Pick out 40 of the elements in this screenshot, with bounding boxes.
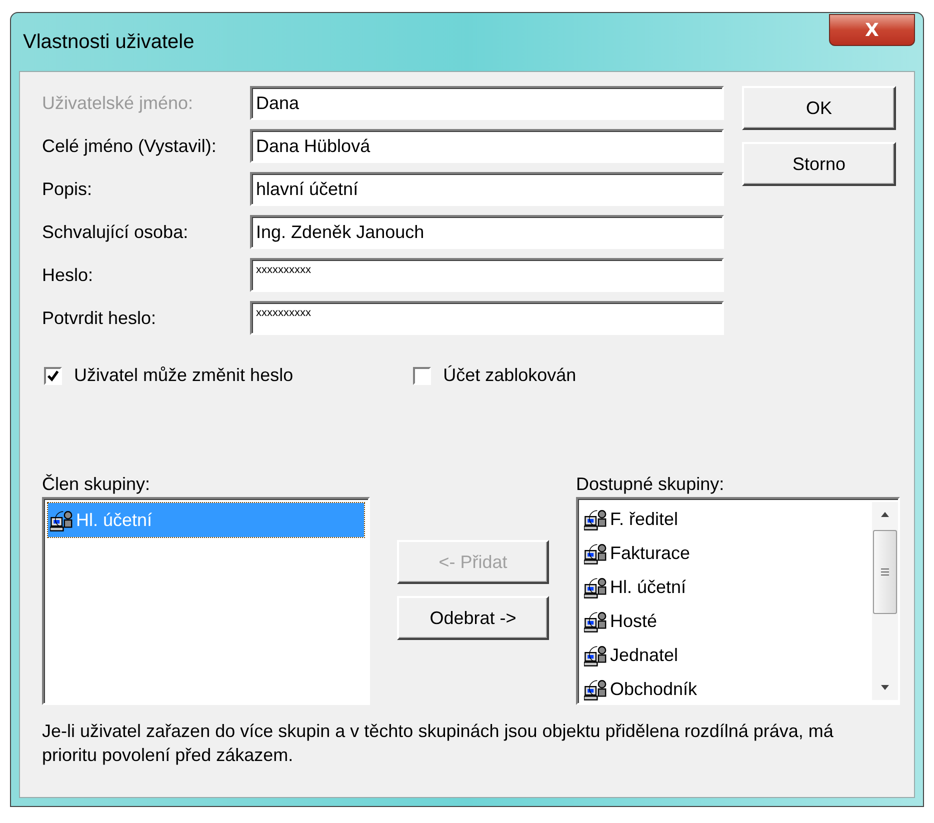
list-item[interactable]: Obchodník <box>582 672 872 706</box>
group-icon <box>584 507 608 531</box>
move-button[interactable]: Odebrat -> <box>397 596 549 640</box>
window-title: Vlastnosti uživatele <box>22 30 194 54</box>
input-field[interactable]: Ing. Zdeněk Janouch <box>250 215 724 249</box>
field-label: Heslo: <box>42 264 94 286</box>
input-field[interactable]: xxxxxxxxxx <box>250 301 724 335</box>
field-label: Celé jméno (Vystavil): <box>42 136 218 156</box>
field-label: Potvrdit heslo: <box>42 308 158 328</box>
checkbox[interactable] <box>44 366 62 384</box>
field-label: Uživatelské jméno: <box>42 92 194 114</box>
list-item[interactable]: Hl. účetní <box>582 570 872 604</box>
dialog-button[interactable]: Storno <box>742 142 896 186</box>
list-item[interactable]: Fakturace <box>582 536 872 570</box>
field-label: Popis: <box>42 178 94 200</box>
list-item[interactable]: Jednatel <box>582 638 872 672</box>
scrollbar[interactable] <box>872 502 898 700</box>
group-icon <box>50 508 74 532</box>
input-field[interactable]: xxxxxxxxxx <box>250 258 724 292</box>
scroll-thumb[interactable] <box>873 530 897 614</box>
group-icon <box>584 677 608 701</box>
list-label: Člen skupiny: <box>42 474 152 495</box>
scroll-up-icon[interactable] <box>879 510 891 518</box>
checkbox-label: Účet zablokován <box>443 365 576 386</box>
list-item[interactable]: F. ředitel <box>582 502 872 536</box>
list-item[interactable]: Hosté <box>582 604 872 638</box>
checkbox-label: Uživatel může změnit heslo <box>74 365 294 386</box>
field-label: Schvalující osoba: <box>42 222 190 242</box>
list-label: Dostupné skupiny: <box>576 474 726 495</box>
close-button[interactable]: X <box>829 14 915 46</box>
scroll-down-icon[interactable] <box>879 684 891 692</box>
group-icon <box>584 575 608 599</box>
info-note: Je-li uživatel zařazen do více skupin a v těchto skupinách jsou objektu přidělena rozdílná práva, má prioritu povolení před zákazem. <box>42 720 834 768</box>
input-field[interactable]: Dana Hüblová <box>250 129 724 163</box>
group-icon <box>584 541 608 565</box>
group-icon <box>584 609 608 633</box>
dialog-button[interactable]: OK <box>742 86 896 130</box>
checkbox[interactable] <box>413 366 432 384</box>
input-field[interactable]: hlavní účetní <box>250 172 724 206</box>
group-icon <box>584 643 608 667</box>
